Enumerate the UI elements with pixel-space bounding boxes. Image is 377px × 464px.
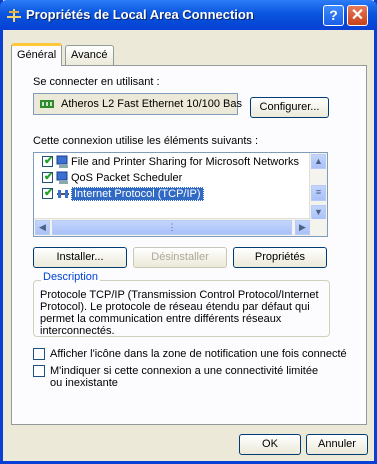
components-list[interactable]: ✔ File and Printer Sharing for Microsoft…: [33, 152, 328, 237]
component-label: QoS Packet Scheduler: [71, 172, 183, 184]
check-icon: ✔: [44, 171, 54, 183]
scroll-right-icon[interactable]: ▶: [295, 220, 310, 235]
components-label: Cette connexion utilise les éléments sui…: [33, 135, 259, 147]
component-label: File and Printer Sharing for Microsoft N…: [71, 156, 300, 168]
connect-using-label: Se connecter en utilisant :: [33, 76, 160, 88]
component-checkbox[interactable]: ✔: [42, 187, 54, 199]
properties-dialog: Propriétés de Local Area Connection ? ✕ …: [0, 0, 377, 464]
title-bar[interactable]: Propriétés de Local Area Connection ? ✕: [0, 0, 377, 30]
network-connection-icon: [7, 9, 21, 22]
component-checkbox[interactable]: ✔: [42, 171, 54, 183]
component-label: Internet Protocol (TCP/IP): [71, 187, 204, 201]
check-icon: ✔: [44, 187, 54, 199]
check-icon: ✔: [44, 155, 54, 167]
list-item[interactable]: ✔ File and Printer Sharing for Microsoft…: [34, 154, 312, 170]
protocol-icon: [57, 190, 69, 198]
network-adapter-icon: [40, 100, 54, 108]
adapter-name: Atheros L2 Fast Ethernet 10/100 Bas: [61, 98, 243, 110]
install-button[interactable]: Installer...: [33, 247, 127, 268]
vertical-scrollbar[interactable]: ▲ ≡ ▼: [309, 153, 327, 221]
notification-icon-label: Afficher l'icône dans la zone de notific…: [50, 348, 347, 360]
close-button[interactable]: ✕: [347, 5, 368, 26]
tab-advanced[interactable]: Avancé: [65, 45, 114, 65]
scroll-down-icon[interactable]: ▼: [311, 205, 326, 220]
description-legend: Description: [41, 271, 101, 283]
properties-button[interactable]: Propriétés: [233, 247, 327, 268]
uninstall-button[interactable]: Désinstaller: [133, 247, 227, 268]
cancel-button[interactable]: Annuler: [306, 434, 368, 455]
adapter-field: Atheros L2 Fast Ethernet 10/100 Bas: [33, 93, 242, 115]
help-button[interactable]: ?: [323, 5, 344, 26]
scroll-left-icon[interactable]: ◀: [35, 220, 50, 235]
scroll-thumb[interactable]: ≡: [311, 185, 326, 201]
list-item[interactable]: ✔ QoS Packet Scheduler: [34, 170, 312, 186]
configure-button[interactable]: Configurer...: [250, 97, 329, 118]
notification-icon-checkbox[interactable]: [33, 348, 45, 360]
scroll-up-icon[interactable]: ▲: [311, 154, 326, 169]
tab-general[interactable]: Général: [11, 43, 63, 66]
scroll-thumb-horizontal[interactable]: ⋮: [52, 220, 292, 235]
horizontal-scrollbar[interactable]: ◀ ⋮ ▶: [34, 218, 312, 236]
scroll-corner: [310, 219, 327, 236]
ok-button[interactable]: OK: [239, 434, 301, 455]
list-item[interactable]: ✔ Internet Protocol (TCP/IP): [34, 186, 312, 202]
component-checkbox[interactable]: ✔: [42, 155, 54, 167]
window-title: Propriétés de Local Area Connection: [26, 7, 254, 22]
description-text: Protocole TCP/IP (Transmission Control P…: [40, 289, 319, 335]
limited-connectivity-checkbox[interactable]: [33, 365, 45, 377]
computer-icon: [56, 171, 68, 184]
computer-icon: [56, 155, 68, 168]
limited-connectivity-label: M'indiquer si cette connexion a une conn…: [50, 365, 319, 389]
